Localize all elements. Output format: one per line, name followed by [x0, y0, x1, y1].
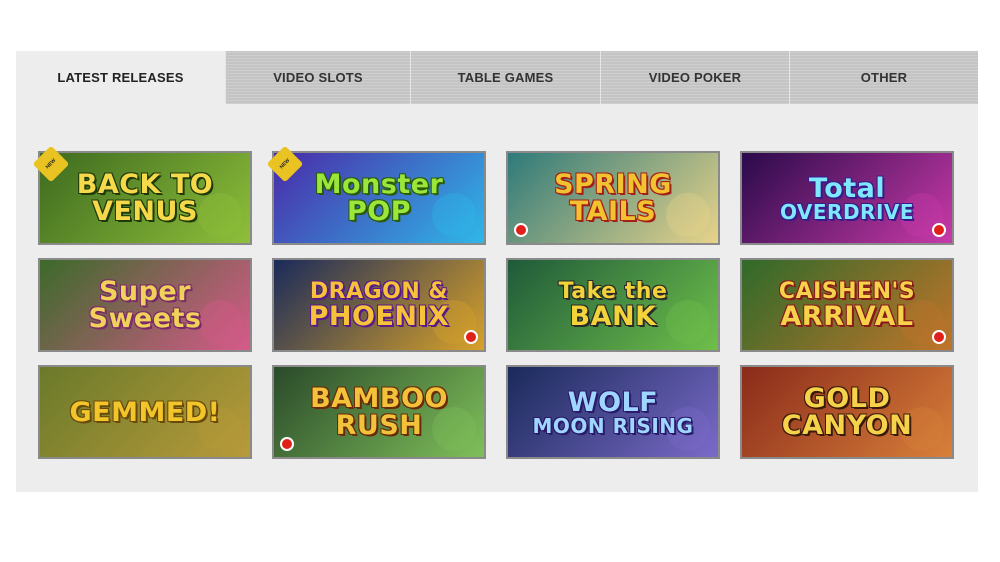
game-tile-super-sweets[interactable]: Super Sweets	[38, 258, 252, 352]
game-title: GEMMED!	[40, 367, 250, 457]
game-title: DRAGON & PHOENIX	[274, 260, 484, 350]
game-title-line-1: SPRING	[554, 169, 672, 200]
game-title-line-1: Monster	[314, 169, 444, 200]
game-title-line-2: TAILS	[569, 196, 657, 227]
game-lobby-panel: LATEST RELEASES VIDEO SLOTS TABLE GAMES …	[16, 51, 978, 492]
game-title-line-1: WOLF	[567, 386, 659, 418]
game-tile-take-the-bank[interactable]: Take the BANK	[506, 258, 720, 352]
game-title: Take the BANK	[508, 260, 718, 350]
tab-other[interactable]: OTHER	[789, 51, 978, 104]
category-tabs: LATEST RELEASES VIDEO SLOTS TABLE GAMES …	[16, 51, 978, 104]
game-title-line-2: BANK	[569, 300, 657, 332]
tab-video-poker[interactable]: VIDEO POKER	[600, 51, 789, 104]
provider-logo-icon	[514, 223, 528, 237]
game-title: CAISHEN'S ARRIVAL	[742, 260, 952, 350]
game-title-line-1: Total	[808, 172, 886, 204]
game-tile-back-to-venus[interactable]: BACK TO VENUS NEW	[32, 145, 252, 245]
game-title-line-2: ARRIVAL	[780, 300, 914, 332]
game-title-line-2: PHOENIX	[308, 300, 450, 332]
game-title: SPRING TAILS	[508, 153, 718, 243]
game-title-line-2: OVERDRIVE	[779, 199, 915, 224]
game-title: BACK TO VENUS	[40, 153, 250, 243]
game-title-line-1: BACK TO	[76, 169, 214, 200]
provider-logo-icon	[464, 330, 478, 344]
game-title: BAMBOO RUSH	[274, 367, 484, 457]
game-title: GOLD CANYON	[742, 367, 952, 457]
tab-latest-releases[interactable]: LATEST RELEASES	[16, 51, 225, 104]
game-title-line-2: RUSH	[335, 410, 423, 441]
provider-logo-icon	[280, 437, 294, 451]
tab-video-slots[interactable]: VIDEO SLOTS	[225, 51, 410, 104]
game-title: Total OVERDRIVE	[742, 153, 952, 243]
game-grid: BACK TO VENUS NEW Monster POP NEW SPRING TAILS T…	[32, 145, 958, 459]
game-title-line-1: DRAGON &	[309, 278, 449, 304]
game-tile-total-overdrive[interactable]: Total OVERDRIVE	[740, 151, 954, 245]
game-title: WOLF MOON RISING	[508, 367, 718, 457]
game-tile-gold-canyon[interactable]: GOLD CANYON	[740, 365, 954, 459]
game-title-line-2: CANYON	[781, 410, 913, 441]
game-title-line-1: GEMMED!	[69, 396, 221, 428]
game-title-line-1: CAISHEN'S	[778, 278, 916, 304]
game-title-line-2: VENUS	[92, 196, 198, 227]
game-title-line-1: Super	[98, 276, 192, 307]
game-title-line-1: BAMBOO	[310, 383, 448, 414]
game-title-line-2: MOON RISING	[532, 413, 694, 438]
game-tile-dragon-phoenix[interactable]: DRAGON & PHOENIX	[272, 258, 486, 352]
game-title: Monster POP	[274, 153, 484, 243]
game-tile-wolf-moon-rising[interactable]: WOLF MOON RISING	[506, 365, 720, 459]
provider-logo-icon	[932, 223, 946, 237]
game-title-line-1: GOLD	[803, 383, 891, 414]
game-title-line-2: POP	[346, 196, 412, 227]
tab-table-games[interactable]: TABLE GAMES	[410, 51, 600, 104]
game-tile-spring-tails[interactable]: SPRING TAILS	[506, 151, 720, 245]
game-title-line-1: Take the	[558, 278, 668, 304]
game-tile-gemmed[interactable]: GEMMED!	[38, 365, 252, 459]
game-tile-monster-pop[interactable]: Monster POP NEW	[266, 145, 486, 245]
game-title-line-2: Sweets	[88, 303, 202, 334]
game-tile-bamboo-rush[interactable]: BAMBOO RUSH	[272, 365, 486, 459]
provider-logo-icon	[932, 330, 946, 344]
game-title: Super Sweets	[40, 260, 250, 350]
game-tile-caishens-arrival[interactable]: CAISHEN'S ARRIVAL	[740, 258, 954, 352]
